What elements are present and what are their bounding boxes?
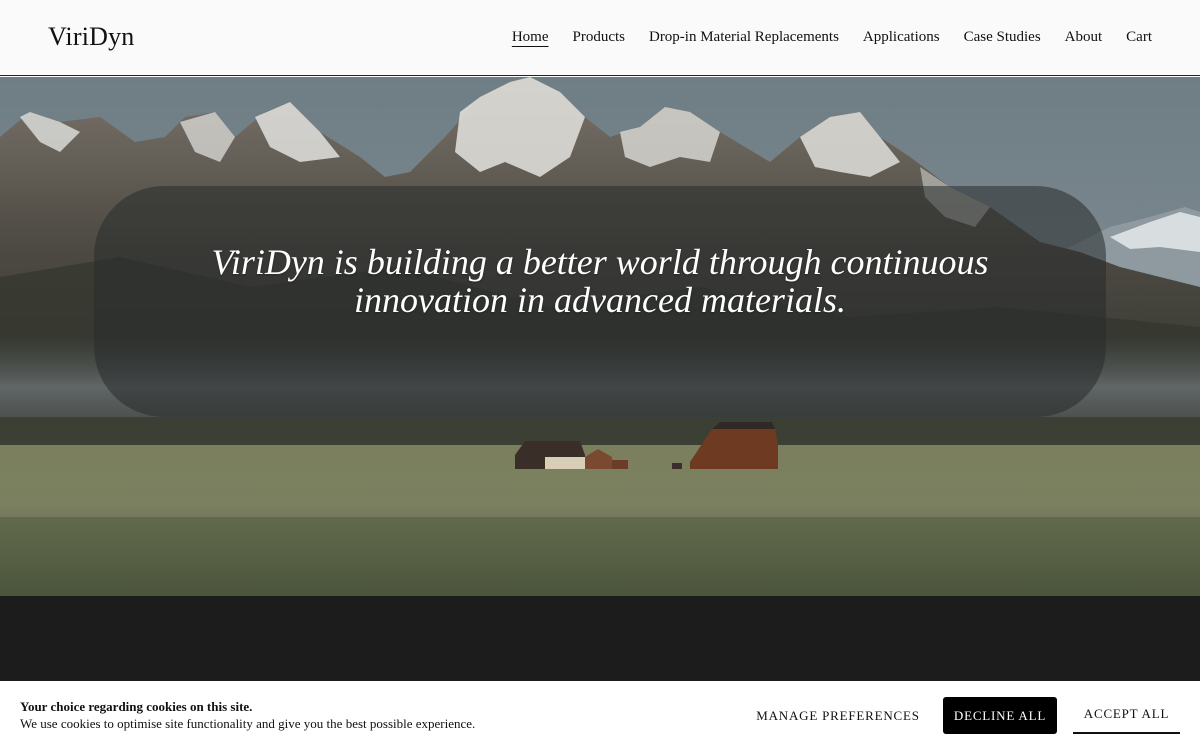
cookie-description: We use cookies to optimise site function… xyxy=(20,716,476,731)
hero-headline: ViriDyn is building a better world throu… xyxy=(94,243,1106,319)
nav-item-products[interactable]: Products xyxy=(572,29,625,46)
nav-item-applications[interactable]: Applications xyxy=(863,29,940,46)
main-nav: Home Products Drop-in Material Replaceme… xyxy=(488,29,1152,46)
cookie-title: Your choice regarding cookies on this si… xyxy=(20,699,253,714)
site-logo[interactable]: ViriDyn xyxy=(48,22,135,52)
nav-item-home[interactable]: Home xyxy=(512,29,549,46)
decline-all-button[interactable]: DECLINE ALL xyxy=(943,697,1057,734)
dark-content-section xyxy=(0,596,1200,681)
hero-headline-line1: ViriDyn is building a better world throu… xyxy=(211,242,989,282)
cookie-banner: Your choice regarding cookies on this si… xyxy=(0,681,1200,750)
nav-item-about[interactable]: About xyxy=(1065,29,1103,46)
site-header: ViriDyn Home Products Drop-in Material R… xyxy=(0,0,1200,76)
nav-item-drop-in-material-replacements[interactable]: Drop-in Material Replacements xyxy=(649,29,839,46)
manage-preferences-button[interactable]: MANAGE PREFERENCES xyxy=(750,698,926,734)
accept-all-button[interactable]: ACCEPT ALL xyxy=(1073,697,1180,734)
nav-item-case-studies[interactable]: Case Studies xyxy=(964,29,1041,46)
nav-item-cart[interactable]: Cart xyxy=(1126,29,1152,46)
hero-section: ViriDyn is building a better world throu… xyxy=(0,77,1200,596)
hero-headline-line2: innovation in advanced materials. xyxy=(354,280,846,320)
